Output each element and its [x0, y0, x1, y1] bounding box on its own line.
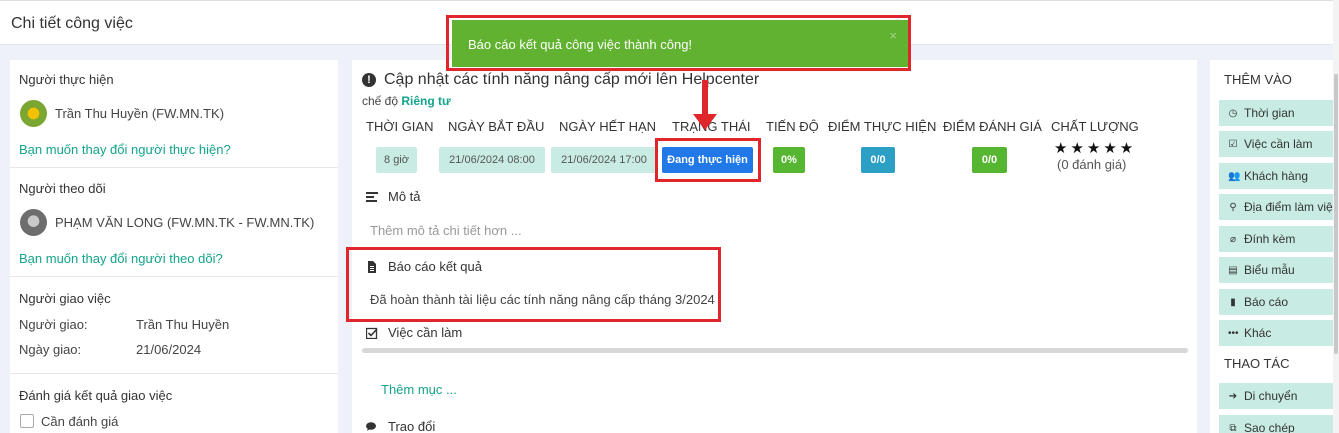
col-progress: TIẾN ĐỘ: [766, 119, 819, 134]
col-quality: CHẤT LƯỢNG: [1051, 119, 1139, 134]
follower-person: PHẠM VĂN LONG (FW.MN.TK - FW.MN.TK): [20, 209, 314, 236]
change-assignee-link[interactable]: Bạn muốn thay đổi người thực hiện?: [19, 142, 231, 157]
assignee-person: Trần Thu Huyền (FW.MN.TK): [20, 100, 224, 127]
evaluation-checkbox[interactable]: [20, 414, 34, 428]
assignee-name: Trần Thu Huyền (FW.MN.TK): [55, 106, 225, 121]
exclamation-icon: !: [362, 73, 376, 87]
assignee-heading: Người thực hiện: [19, 72, 114, 87]
todo-progress-bar: [362, 348, 1188, 353]
button-label: Đính kèm: [1244, 232, 1296, 246]
follower-heading: Người theo dõi: [19, 181, 106, 196]
add-todo-item[interactable]: Thêm mục ...: [381, 382, 457, 397]
page-title: Chi tiết công việc: [11, 15, 133, 32]
button-label: Báo cáo: [1244, 295, 1289, 309]
assigner-heading: Người giao việc: [19, 291, 111, 306]
add-time-button[interactable]: ◷ Thời gian: [1219, 100, 1339, 126]
button-label: Địa điểm làm việc: [1244, 200, 1339, 214]
description-label: Mô tả: [388, 189, 421, 204]
check-square-icon: ☑: [1228, 138, 1238, 150]
right-sidebar: THÊM VÀO ◷ Thời gian ☑ Việc cần làm 👥 Khách…: [1210, 60, 1339, 433]
add-customer-button[interactable]: 👥 Khách hàng: [1219, 163, 1339, 189]
button-label: Biểu mẫu: [1244, 263, 1295, 277]
time-chip[interactable]: 8 giờ: [376, 147, 417, 173]
divider: [10, 167, 338, 168]
discussion-heading: Trao đổi: [366, 419, 435, 433]
date-label: Ngày giao:: [19, 342, 82, 357]
annotation-box-report: [346, 247, 721, 322]
score-badge: 0/0: [861, 147, 895, 173]
scrollbar[interactable]: [1333, 0, 1339, 433]
description-heading: Mô tả: [366, 189, 421, 204]
avatar: [20, 100, 47, 127]
col-score: ĐIỂM THỰC HIỆN: [828, 119, 937, 134]
annotation-box-toast: [446, 15, 911, 71]
users-icon: 👥: [1228, 170, 1241, 182]
evaluation-checkbox-label: Cần đánh giá: [41, 414, 119, 429]
col-end: NGÀY HẾT HẠN: [559, 119, 657, 134]
add-form-button[interactable]: ▤ Biểu mẫu: [1219, 257, 1339, 283]
form-icon: ▤: [1228, 264, 1238, 276]
quality-stars[interactable]: ★★★★★: [1054, 139, 1136, 157]
copy-button[interactable]: ⧉ Sao chép: [1219, 415, 1339, 433]
left-panel: Người thực hiện Trần Thu Huyền (FW.MN.TK…: [10, 60, 338, 433]
move-button[interactable]: ➔ Di chuyển: [1219, 383, 1339, 409]
check-square-icon: [366, 327, 378, 339]
arrow-right-icon: ➔: [1228, 390, 1238, 402]
clock-icon: ◷: [1228, 107, 1238, 119]
annotation-arrow-head: [693, 114, 717, 130]
ellipsis-icon: •••: [1228, 327, 1239, 339]
avatar: [20, 209, 47, 236]
col-start: NGÀY BẮT ĐẦU: [448, 119, 545, 134]
divider: [10, 276, 338, 277]
comments-icon: [366, 421, 376, 431]
annotation-arrow: [702, 80, 708, 118]
discussion-label: Trao đổi: [388, 419, 436, 433]
rating-count: (0 đánh giá): [1057, 157, 1127, 172]
map-marker-icon: ⚲: [1229, 201, 1237, 213]
divider: [10, 373, 338, 374]
button-label: Khác: [1244, 326, 1272, 340]
rating-badge: 0/0: [972, 147, 1007, 173]
privacy-mode: chế độ Riêng tư: [362, 94, 451, 108]
mode-prefix: chế độ: [362, 94, 399, 108]
change-follower-link[interactable]: Bạn muốn thay đổi người theo dõi?: [19, 251, 223, 266]
progress-badge[interactable]: 0%: [773, 147, 805, 173]
todo-label: Việc cần làm: [388, 325, 463, 340]
annotation-box-status: [655, 138, 761, 182]
add-report-button[interactable]: ▮ Báo cáo: [1219, 289, 1339, 315]
button-label: Sao chép: [1244, 421, 1295, 433]
description-placeholder[interactable]: Thêm mô tả chi tiết hơn ...: [370, 223, 522, 238]
end-date-chip[interactable]: 21/06/2024 17:00: [551, 147, 657, 173]
follower-name: PHẠM VĂN LONG (FW.MN.TK - FW.MN.TK): [55, 215, 315, 230]
add-other-button[interactable]: ••• Khác: [1219, 320, 1339, 346]
copy-icon: ⧉: [1229, 422, 1237, 433]
todo-heading: Việc cần làm: [366, 325, 462, 340]
button-label: Khách hàng: [1244, 169, 1309, 183]
start-date-chip[interactable]: 21/06/2024 08:00: [439, 147, 545, 173]
col-time: THỜI GIAN: [366, 119, 434, 134]
add-attachment-button[interactable]: ⌀ Đính kèm: [1219, 226, 1339, 252]
giver-label: Người giao:: [19, 317, 88, 332]
button-label: Việc cần làm: [1244, 137, 1313, 151]
button-label: Thời gian: [1244, 106, 1295, 120]
giver-value: Trần Thu Huyền: [136, 317, 230, 332]
task-title: ! Cập nhật các tính năng nâng cấp mới lê…: [362, 71, 759, 89]
col-rating: ĐIỂM ĐÁNH GIÁ: [943, 119, 1042, 134]
paperclip-icon: ⌀: [1229, 233, 1237, 245]
add-todo-button[interactable]: ☑ Việc cần làm: [1219, 131, 1339, 157]
mode-value[interactable]: Riêng tư: [401, 94, 450, 108]
scrollbar-thumb[interactable]: [1334, 74, 1338, 354]
button-label: Di chuyển: [1244, 389, 1298, 403]
actions-section-title: THAO TÁC: [1224, 356, 1290, 371]
file-icon: ▮: [1230, 296, 1236, 308]
date-value: 21/06/2024: [136, 342, 202, 357]
add-location-button[interactable]: ⚲ Địa điểm làm việc: [1219, 194, 1339, 220]
add-section-title: THÊM VÀO: [1224, 72, 1292, 87]
evaluation-heading: Đánh giá kết quả giao việc: [19, 388, 173, 403]
align-left-icon: [366, 191, 378, 202]
